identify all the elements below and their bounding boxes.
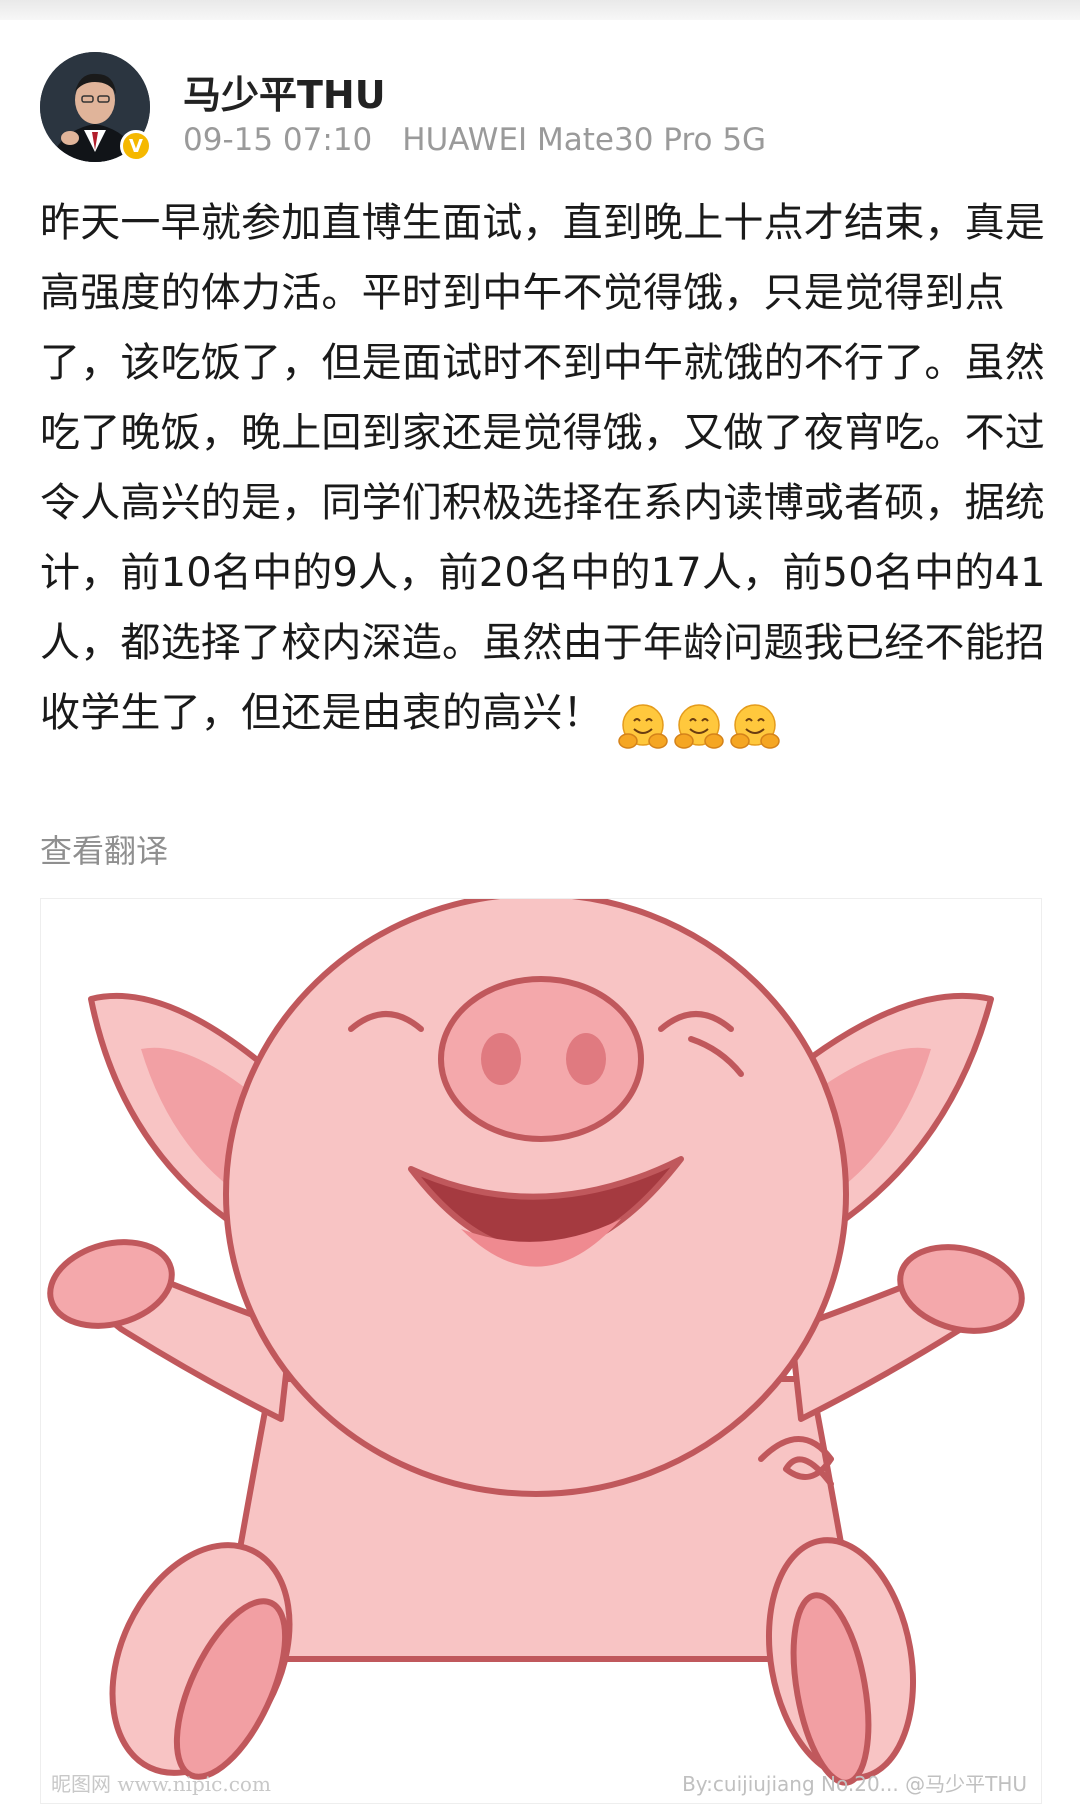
post-image[interactable]: 昵图网 www.nipic.com By:cuijiujiang No.20..…	[40, 898, 1042, 1804]
post-body-text: 昨天一早就参加直博生面试，直到晚上十点才结束，真是高强度的体力活。平时到中午不觉…	[40, 200, 1046, 736]
username[interactable]: 马少平THU	[183, 64, 386, 119]
cartoon-pig-image	[47, 899, 1025, 1786]
top-strip	[0, 0, 1080, 20]
weibo-post: V 马少平THU 09-15 07:10 HUAWEI Mate30 Pro 5G…	[0, 20, 1080, 1812]
watermark-right: By:cuijiujiang No.20... @马少平THU	[682, 1772, 1027, 1796]
post-body: 昨天一早就参加直博生面试，直到晚上十点才结束，真是高强度的体力活。平时到中午不觉…	[40, 188, 1050, 760]
emoji-group	[617, 690, 785, 760]
hugging-face-icon	[618, 704, 668, 749]
post-device: HUAWEI Mate30 Pro 5G	[402, 122, 767, 158]
avatar[interactable]: V	[40, 52, 152, 162]
post-meta: 09-15 07:10 HUAWEI Mate30 Pro 5G	[183, 122, 766, 158]
hugging-face-icon	[730, 704, 780, 749]
watermark-left: 昵图网 www.nipic.com	[51, 1772, 271, 1796]
hugging-face-icon	[674, 704, 724, 749]
verified-badge-icon: V	[120, 130, 152, 162]
translate-link[interactable]: 查看翻译	[40, 826, 168, 872]
post-timestamp: 09-15 07:10	[183, 122, 373, 158]
